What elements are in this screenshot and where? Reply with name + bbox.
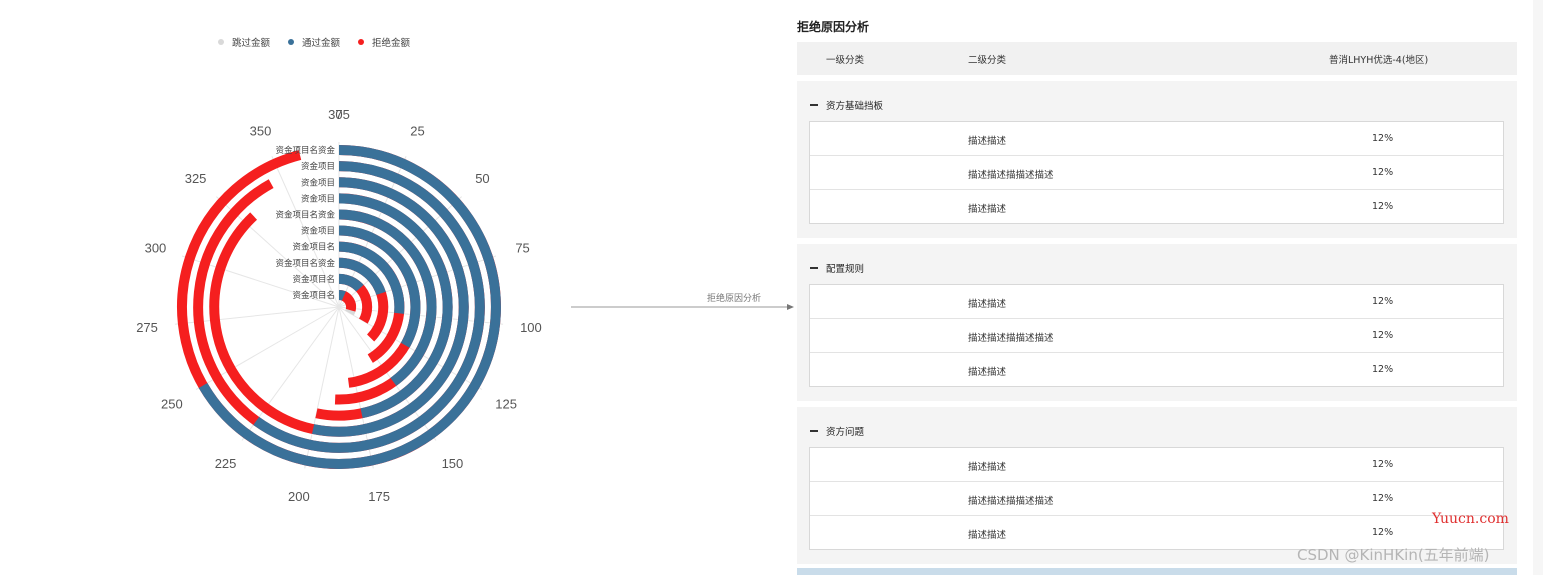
bar-segment: [338, 273, 364, 292]
row-desc: 描述描述: [968, 530, 1007, 541]
row-desc: 描述描述: [968, 204, 1007, 215]
author-watermark: CSDN @KinHKin(五年前端): [1297, 546, 1490, 564]
section-funder-issues: 资方问题 描述描述 12% 描述描述描描述描述 12% 描述描述 12%: [797, 407, 1517, 564]
table-row[interactable]: 描述描述描描述描述 12%: [810, 156, 1503, 190]
section-title: 资方基础挡板: [826, 101, 884, 112]
legend-label: 通过金额: [302, 37, 341, 49]
row-desc: 描述描述: [968, 136, 1007, 147]
row-pct: 12%: [1372, 459, 1394, 470]
section-funder-base: 资方基础挡板 描述描述 12% 描述描述描描述描述 12% 描述描述 12%: [797, 81, 1517, 238]
legend-swatch: [288, 39, 294, 45]
panel-title: 拒绝原因分析: [797, 20, 870, 34]
row-pct: 12%: [1372, 296, 1394, 307]
row-desc: 描述描述: [968, 367, 1007, 378]
legend-label: 拒绝金额: [372, 37, 411, 49]
row-pct: 12%: [1372, 493, 1394, 504]
section-rows: 描述描述 12% 描述描述描描述描述 12% 描述描述 12%: [809, 121, 1504, 224]
angle-tick-label: 25: [410, 124, 424, 139]
angle-tick-label: 225: [215, 456, 237, 471]
column-header-level1: 一级分类: [826, 55, 865, 66]
category-label: 资金项目: [301, 177, 335, 188]
category-label: 资金项目: [301, 226, 335, 237]
table-header: 一级分类 二级分类 普消LHYH优选-4(地区): [797, 42, 1517, 75]
table-row[interactable]: 描述描述 12%: [810, 448, 1503, 482]
bottom-scroll-bar[interactable]: [797, 568, 1517, 575]
category-label: 资金项目名资金: [275, 258, 335, 269]
vertical-scroll-strip[interactable]: [1533, 0, 1543, 575]
angle-tick-label: 50: [475, 171, 489, 186]
section-title: 资方问题: [826, 427, 865, 438]
table-row[interactable]: 描述描述 12%: [810, 122, 1503, 156]
category-label: 资金项目名资金: [275, 145, 335, 156]
category-label: 资金项目名: [292, 274, 335, 285]
section-toggle[interactable]: 资方基础挡板: [810, 98, 883, 112]
table-row[interactable]: 描述描述 12%: [810, 353, 1503, 386]
section-rows: 描述描述 12% 描述描述描描述描述 12% 描述描述 12%: [809, 284, 1504, 387]
site-watermark: Yuucn.com: [1432, 511, 1509, 527]
angle-tick-label: 125: [495, 397, 517, 412]
angle-tick-label: 100: [520, 320, 542, 335]
category-label: 资金项目名: [292, 290, 335, 301]
row-pct: 12%: [1372, 364, 1394, 375]
legend-swatch: [218, 39, 224, 45]
angle-tick-label: 275: [136, 320, 158, 335]
angle-tick-label: 375: [328, 107, 350, 122]
column-header-level2: 二级分类: [968, 55, 1007, 66]
section-rows: 描述描述 12% 描述描述描描述描述 12% 描述描述 12%: [809, 447, 1504, 550]
angle-tick-label: 350: [250, 124, 272, 139]
row-pct: 12%: [1372, 133, 1394, 144]
collapse-icon[interactable]: [810, 104, 818, 106]
angle-tick-label: 200: [288, 489, 310, 504]
collapse-icon[interactable]: [810, 430, 818, 432]
angle-tick-label: 250: [161, 397, 183, 412]
row-desc: 描述描述: [968, 462, 1007, 473]
row-desc: 描述描述: [968, 299, 1007, 310]
category-label: 资金项目名资金: [275, 209, 335, 220]
section-config-rules: 配置规则 描述描述 12% 描述描述描描述描述 12% 描述描述 12%: [797, 244, 1517, 401]
bar-segment: [338, 289, 346, 301]
angle-tick-label: 150: [442, 456, 464, 471]
row-desc: 描述描述描描述描述: [968, 496, 1054, 507]
connector-label: 拒绝原因分析: [707, 294, 762, 304]
row-desc: 描述描述描描述描述: [968, 170, 1054, 181]
row-pct: 12%: [1372, 330, 1394, 341]
column-header-metric: 普消LHYH优选-4(地区): [1329, 55, 1429, 66]
section-title: 配置规则: [826, 264, 865, 275]
table-row[interactable]: 描述描述 12%: [810, 285, 1503, 319]
row-desc: 描述描述描描述描述: [968, 333, 1054, 344]
category-label: 资金项目: [301, 161, 335, 172]
legend-label: 跳过金额: [232, 37, 271, 49]
row-pct: 12%: [1372, 201, 1394, 212]
collapse-icon[interactable]: [810, 267, 818, 269]
angle-tick-label: 300: [145, 240, 167, 255]
legend-swatch: [358, 39, 364, 45]
table-row[interactable]: 描述描述描描述描述 12%: [810, 319, 1503, 353]
row-pct: 12%: [1372, 167, 1394, 178]
angle-tick-label: 175: [368, 489, 390, 504]
angle-tick-label: 75: [515, 240, 529, 255]
table-row[interactable]: 描述描述描描述描述 12%: [810, 482, 1503, 516]
category-label: 资金项目名: [292, 242, 335, 253]
row-pct: 12%: [1372, 527, 1394, 538]
arrow-head-icon: [787, 304, 794, 310]
section-toggle[interactable]: 配置规则: [810, 261, 864, 275]
section-toggle[interactable]: 资方问题: [810, 424, 864, 438]
category-label: 资金项目: [301, 193, 335, 204]
table-row[interactable]: 描述描述 12%: [810, 190, 1503, 223]
angle-tick-label: 325: [185, 171, 207, 186]
